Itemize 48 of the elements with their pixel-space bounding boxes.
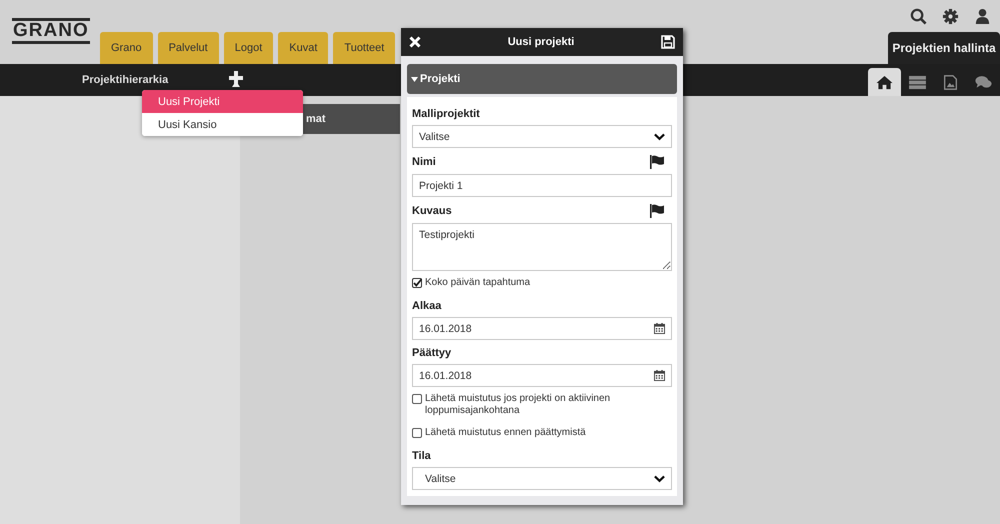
section-header[interactable]: Projekti: [407, 64, 677, 94]
checkbox-label: Lähetä muistutus jos projekti on aktiivinen loppumisajankohtana: [425, 393, 612, 417]
checkbox[interactable]: [412, 278, 422, 288]
search-icon[interactable]: [910, 8, 927, 25]
nav-tab[interactable]: Kuvat: [278, 32, 328, 64]
logo: GRANO: [12, 18, 90, 44]
date-field[interactable]: 16.01.2018: [412, 317, 672, 340]
field-label: Alkaa: [412, 300, 442, 312]
select-field[interactable]: Valitse: [412, 125, 672, 148]
chat-icon: [975, 74, 992, 90]
select-field[interactable]: Valitse: [412, 467, 672, 490]
nav-tab[interactable]: Palvelut: [158, 32, 219, 64]
field-label: Malliprojektit: [412, 108, 480, 120]
image-file-icon: [942, 74, 959, 90]
user-icon[interactable]: [974, 8, 991, 25]
chevron-down-icon: [654, 474, 665, 482]
plus-icon[interactable]: [229, 71, 244, 87]
view-tab[interactable]: [868, 68, 901, 96]
text-field[interactable]: Projekti 1: [412, 174, 672, 197]
chevron-down-icon: [654, 132, 665, 140]
menu-item[interactable]: Uusi Kansio: [142, 113, 303, 136]
checkbox[interactable]: [412, 394, 422, 404]
menu-item[interactable]: Uusi Projekti: [142, 90, 303, 113]
field-label: Nimi: [412, 156, 436, 168]
bar-title: Projektihierarkia: [82, 74, 168, 86]
save-icon[interactable]: [661, 35, 675, 49]
checkbox-label: Lähetä muistutus ennen päättymistä: [425, 427, 586, 439]
flag-icon[interactable]: [650, 155, 664, 169]
nav-tab[interactable]: Logot: [224, 32, 274, 64]
field-label: Tila: [412, 450, 431, 462]
dialog-title: Uusi projekti: [508, 36, 574, 48]
settings-icon[interactable]: [942, 8, 959, 25]
field-label: Kuvaus: [412, 205, 452, 217]
flag-icon[interactable]: [650, 204, 664, 218]
home-icon: [876, 74, 893, 90]
calendar-icon[interactable]: [654, 323, 665, 334]
checkbox[interactable]: [412, 428, 422, 438]
date-field[interactable]: 16.01.2018: [412, 364, 672, 387]
nav-tab[interactable]: Grano: [100, 32, 153, 64]
caret-down-icon: [411, 76, 418, 82]
calendar-icon[interactable]: [654, 370, 665, 381]
nav-tab[interactable]: Tuotteet: [333, 32, 396, 64]
field-label: Päättyy: [412, 347, 452, 359]
textarea-field[interactable]: Testiprojekti: [412, 223, 672, 271]
close-icon[interactable]: [409, 36, 421, 48]
server-list-icon: [909, 74, 926, 90]
admin-tab[interactable]: Projektien hallinta: [888, 32, 1000, 64]
checkbox-label: Koko päivän tapahtuma: [425, 277, 530, 289]
